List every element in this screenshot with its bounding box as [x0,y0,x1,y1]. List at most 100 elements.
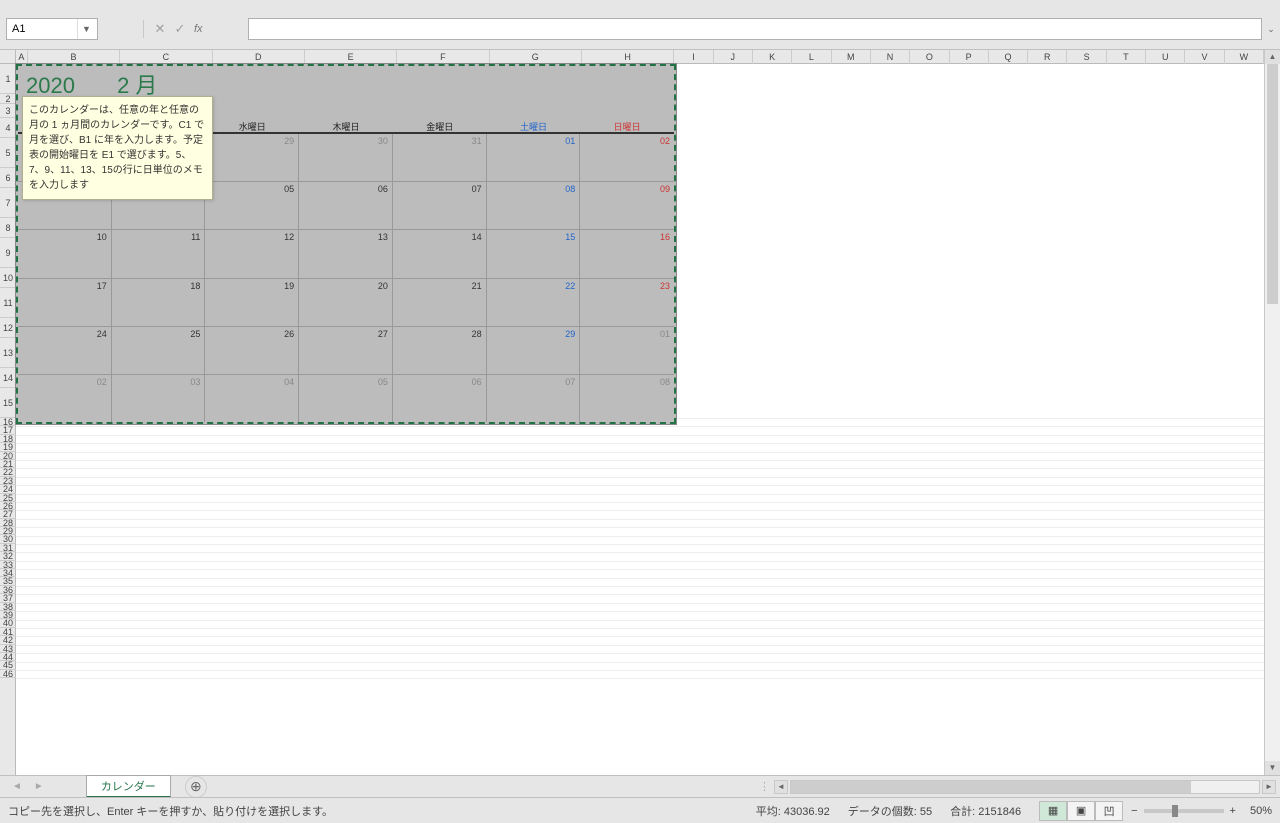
calendar-day-cell[interactable]: 01 [487,134,581,181]
zoom-slider[interactable] [1144,809,1224,813]
calendar-day-cell[interactable]: 08 [487,182,581,229]
zoom-out-icon[interactable]: − [1131,805,1137,817]
cancel-icon[interactable]: ✕ [150,21,170,37]
row-header-14[interactable]: 14 [0,368,16,388]
vertical-scrollbar[interactable]: ▲ ▼ [1264,50,1280,775]
calendar-day-cell[interactable]: 24 [18,327,112,374]
sheet-tab-active[interactable]: カレンダー [86,775,171,798]
calendar-day-cell[interactable]: 07 [393,182,487,229]
row-header-3[interactable]: 3 [0,104,16,118]
col-header-H[interactable]: H [582,50,674,64]
zoom-percent[interactable]: 50% [1250,805,1272,817]
col-header-F[interactable]: F [397,50,489,64]
calendar-day-cell[interactable]: 08 [580,375,674,422]
col-header-G[interactable]: G [490,50,582,64]
name-box[interactable]: ▼ [6,18,98,40]
calendar-day-cell[interactable]: 10 [18,230,112,277]
row-header-6[interactable]: 6 [0,168,16,188]
sheet-prev-icon[interactable]: ◄ [12,781,22,792]
formula-expand-icon[interactable]: ⌄ [1264,18,1278,40]
calendar-day-cell[interactable]: 04 [205,375,299,422]
fx-label[interactable]: fx [194,23,203,35]
calendar-day-cell[interactable]: 23 [580,279,674,326]
col-header-Q[interactable]: Q [989,50,1028,64]
horizontal-scroll-thumb[interactable] [791,781,1191,793]
row-header-2[interactable]: 2 [0,94,16,104]
row-headers[interactable]: 1234567891011121314151617181920212223242… [0,64,16,775]
calendar-day-cell[interactable]: 21 [393,279,487,326]
calendar-day-cell[interactable]: 28 [393,327,487,374]
calendar-day-cell[interactable]: 25 [112,327,206,374]
row-header-12[interactable]: 12 [0,318,16,338]
calendar-day-cell[interactable]: 12 [205,230,299,277]
row-header-4[interactable]: 4 [0,118,16,138]
calendar-day-cell[interactable]: 13 [299,230,393,277]
calendar-day-cell[interactable]: 05 [205,182,299,229]
calendar-day-cell[interactable]: 31 [393,134,487,181]
col-header-D[interactable]: D [213,50,305,64]
col-header-S[interactable]: S [1067,50,1106,64]
calendar-day-cell[interactable]: 18 [112,279,206,326]
view-normal-icon[interactable]: ▦ [1039,801,1067,821]
scroll-up-icon[interactable]: ▲ [1265,50,1280,64]
col-header-N[interactable]: N [871,50,910,64]
name-box-input[interactable] [7,21,77,37]
selection-marching-ants[interactable]: 2020 2 月 月曜日火曜日水曜日木曜日金曜日土曜日日曜日 272829303… [16,64,676,424]
col-header-M[interactable]: M [832,50,871,64]
enter-icon[interactable]: ✓ [170,21,190,37]
select-all-cells[interactable] [0,50,16,64]
col-header-J[interactable]: J [714,50,753,64]
row-header-1[interactable]: 1 [0,64,16,94]
col-header-P[interactable]: P [950,50,989,64]
calendar-day-cell[interactable]: 20 [299,279,393,326]
calendar-day-cell[interactable]: 27 [299,327,393,374]
calendar-day-cell[interactable]: 17 [18,279,112,326]
name-box-dropdown-icon[interactable]: ▼ [77,19,95,39]
col-header-T[interactable]: T [1107,50,1146,64]
col-header-V[interactable]: V [1185,50,1224,64]
worksheet-grid[interactable]: ABCDEFGHIJKLMNOPQRSTUVW 1234567891011121… [0,50,1280,775]
calendar-day-cell[interactable]: 02 [18,375,112,422]
col-header-C[interactable]: C [120,50,212,64]
formula-input[interactable] [249,19,1261,39]
zoom-in-icon[interactable]: + [1230,805,1236,817]
col-header-B[interactable]: B [28,50,120,64]
calendar-day-cell[interactable]: 14 [393,230,487,277]
horizontal-scrollbar[interactable] [790,780,1260,794]
calendar-day-cell[interactable]: 01 [580,327,674,374]
row-header-46[interactable]: 46 [0,670,16,678]
sheet-next-icon[interactable]: ► [34,781,44,792]
col-header-E[interactable]: E [305,50,397,64]
sheet-bar-splitter[interactable]: ⋮ [759,780,770,793]
calendar-day-cell[interactable]: 16 [580,230,674,277]
row-header-8[interactable]: 8 [0,218,16,238]
row-header-5[interactable]: 5 [0,138,16,168]
calendar-day-cell[interactable]: 26 [205,327,299,374]
view-page-break-icon[interactable]: 凹 [1095,801,1123,821]
col-header-U[interactable]: U [1146,50,1185,64]
vertical-scroll-thumb[interactable] [1267,64,1278,304]
calendar-day-cell[interactable]: 05 [299,375,393,422]
scroll-down-icon[interactable]: ▼ [1265,761,1280,775]
calendar-day-cell[interactable]: 29 [205,134,299,181]
hscroll-right-icon[interactable]: ► [1262,780,1276,794]
hscroll-left-icon[interactable]: ◄ [774,780,788,794]
calendar-day-cell[interactable]: 29 [487,327,581,374]
col-header-W[interactable]: W [1225,50,1264,64]
calendar-day-cell[interactable]: 07 [487,375,581,422]
calendar-day-cell[interactable]: 06 [393,375,487,422]
calendar-day-cell[interactable]: 03 [112,375,206,422]
calendar-day-cell[interactable]: 30 [299,134,393,181]
row-header-9[interactable]: 9 [0,238,16,268]
row-header-15[interactable]: 15 [0,388,16,418]
col-header-A[interactable]: A [16,50,28,64]
calendar-day-cell[interactable]: 11 [112,230,206,277]
col-header-R[interactable]: R [1028,50,1067,64]
calendar-day-cell[interactable]: 22 [487,279,581,326]
zoom-thumb[interactable] [1172,805,1178,817]
calendar-day-cell[interactable]: 02 [580,134,674,181]
calendar-day-cell[interactable]: 09 [580,182,674,229]
view-page-layout-icon[interactable]: ▣ [1067,801,1095,821]
formula-input-wrap[interactable] [248,18,1262,40]
row-header-13[interactable]: 13 [0,338,16,368]
